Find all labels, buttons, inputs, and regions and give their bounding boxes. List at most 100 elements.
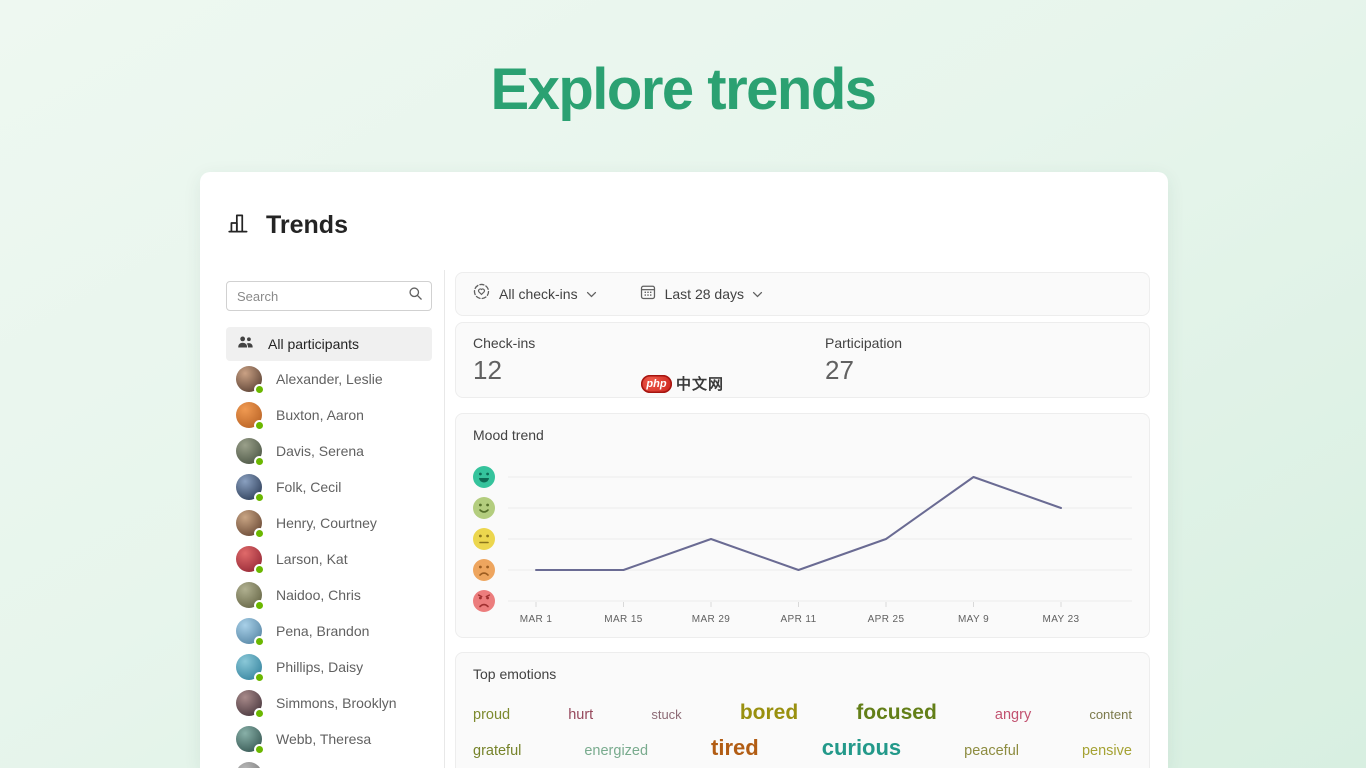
- participant-row[interactable]: Webb, Theresa: [226, 721, 432, 757]
- svg-text:APR 25: APR 25: [868, 614, 905, 625]
- avatar: [236, 582, 265, 611]
- participant-name: Pena, Brandon: [276, 623, 370, 639]
- filter-bar: All check-ins Last 28 days: [455, 272, 1150, 316]
- presence-badge: [254, 744, 265, 755]
- emotion-word: focused: [856, 701, 937, 724]
- emotion-row: proud hurt stuck bored focused angry content: [473, 701, 1132, 725]
- participant-row[interactable]: Davis, Serena: [226, 433, 432, 469]
- participant-row-partial[interactable]: [226, 757, 432, 768]
- avatar: [236, 690, 265, 719]
- checkins-stat-label: Check-ins: [473, 335, 536, 351]
- card-header: Trends: [226, 210, 348, 241]
- participation-stat-value: 27: [825, 355, 854, 385]
- participant-name: Simmons, Brooklyn: [276, 695, 397, 711]
- participant-row[interactable]: Naidoo, Chris: [226, 577, 432, 613]
- mood-chart-svg: MAR 1 MAR 15 MAR 29 APR 11 APR 25 MAY 9 MAY 23: [473, 466, 1132, 625]
- emotion-word: curious: [821, 735, 902, 760]
- emotion-word: energized: [584, 743, 649, 759]
- mood-emoji-very-unhappy: [473, 590, 495, 612]
- search-icon[interactable]: [408, 286, 423, 306]
- presence-badge: [254, 420, 265, 431]
- participant-row[interactable]: Phillips, Daisy: [226, 649, 432, 685]
- presence-badge: [254, 600, 265, 611]
- heart-circle-icon: [472, 282, 491, 306]
- all-participants-label: All participants: [268, 336, 360, 352]
- presence-badge: [254, 384, 265, 395]
- mood-emoji-happy: [473, 497, 495, 519]
- participant-name: Buxton, Aaron: [276, 407, 364, 423]
- chevron-down-icon: [752, 285, 763, 303]
- participant-name: Henry, Courtney: [276, 515, 377, 531]
- checkins-filter-dropdown[interactable]: All check-ins: [472, 282, 597, 306]
- avatar: [236, 438, 265, 467]
- avatar: [236, 474, 265, 503]
- svg-text:MAY 9: MAY 9: [958, 614, 989, 625]
- presence-badge: [254, 456, 265, 467]
- emotion-word: tired: [711, 735, 759, 760]
- participant-name: Webb, Theresa: [276, 731, 372, 747]
- participant-name: Folk, Cecil: [276, 479, 342, 495]
- svg-text:MAY 23: MAY 23: [1042, 614, 1079, 625]
- bar-chart-icon: [226, 210, 252, 241]
- sidebar: All participants Alexander, Leslie Buxton…: [226, 281, 432, 768]
- avatar: [236, 618, 265, 647]
- participant-row[interactable]: Folk, Cecil: [226, 469, 432, 505]
- emotion-word: hurt: [568, 707, 594, 723]
- checkins-stat: Check-ins 12: [473, 335, 535, 386]
- checkins-stat-value: 12: [473, 355, 502, 385]
- mood-emoji-very-happy: [473, 466, 495, 488]
- mood-trend-box: Mood trend MAR 1 MAR 15 MAR 29 APR 11 APR 25…: [455, 413, 1150, 638]
- main-panel: All check-ins Last 28 days Check-ins 12 …: [455, 172, 1150, 768]
- checkins-filter-label: All check-ins: [499, 286, 578, 302]
- watermark-site-text: 中文网: [676, 376, 725, 393]
- php-logo-icon: php: [641, 374, 672, 393]
- presence-badge: [254, 636, 265, 647]
- presence-badge: [254, 708, 265, 719]
- mood-emoji-unhappy: [473, 559, 495, 581]
- emotion-word: peaceful: [964, 743, 1019, 759]
- date-range-dropdown[interactable]: Last 28 days: [639, 283, 763, 306]
- presence-badge: [254, 492, 265, 503]
- trends-card: Trends All participants Alexander,: [200, 172, 1168, 768]
- presence-badge: [254, 564, 265, 575]
- participant-list: Alexander, Leslie Buxton, Aaron Davis, Ser…: [226, 361, 432, 768]
- participant-row[interactable]: Alexander, Leslie: [226, 361, 432, 397]
- top-emotions-box: Top emotions proud hurt stuck bored focused a…: [455, 652, 1150, 768]
- avatar: [236, 654, 265, 683]
- emotion-word: stuck: [651, 707, 682, 722]
- people-icon: [236, 333, 255, 355]
- emotion-word: bored: [739, 701, 799, 724]
- search-input[interactable]: [237, 288, 408, 304]
- chevron-down-icon: [586, 285, 597, 303]
- page-title: Explore trends: [490, 57, 877, 122]
- avatar: [236, 762, 262, 768]
- sidebar-divider: [444, 270, 445, 768]
- presence-badge: [254, 528, 265, 539]
- participant-name: Alexander, Leslie: [276, 371, 383, 387]
- participation-stat: Participation 27: [825, 335, 902, 386]
- emotion-row: grateful energized tired curious peaceful pen…: [473, 735, 1132, 761]
- avatar: [236, 402, 265, 431]
- presence-badge: [254, 672, 265, 683]
- participant-row[interactable]: Simmons, Brooklyn: [226, 685, 432, 721]
- participant-name: Davis, Serena: [276, 443, 364, 459]
- participant-row[interactable]: Pena, Brandon: [226, 613, 432, 649]
- avatar: [236, 366, 265, 395]
- calendar-icon: [639, 283, 657, 306]
- svg-text:MAR 29: MAR 29: [692, 614, 731, 625]
- participant-row[interactable]: Larson, Kat: [226, 541, 432, 577]
- sidebar-item-all-participants[interactable]: All participants: [226, 327, 432, 361]
- svg-text:APR 11: APR 11: [780, 614, 816, 625]
- top-emotions-title: Top emotions: [473, 666, 557, 682]
- participant-name: Naidoo, Chris: [276, 587, 361, 603]
- watermark-php-cn: php 中文网: [641, 373, 724, 394]
- avatar: [236, 510, 265, 539]
- emotion-word: grateful: [473, 743, 522, 759]
- emotion-word: content: [1089, 707, 1132, 722]
- emotion-word-cloud: proud hurt stuck bored focused angry content gr…: [473, 693, 1132, 761]
- avatar: [236, 726, 265, 755]
- participant-row[interactable]: Henry, Courtney: [226, 505, 432, 541]
- participation-stat-label: Participation: [825, 335, 903, 351]
- participant-row[interactable]: Buxton, Aaron: [226, 397, 432, 433]
- avatar: [236, 546, 265, 575]
